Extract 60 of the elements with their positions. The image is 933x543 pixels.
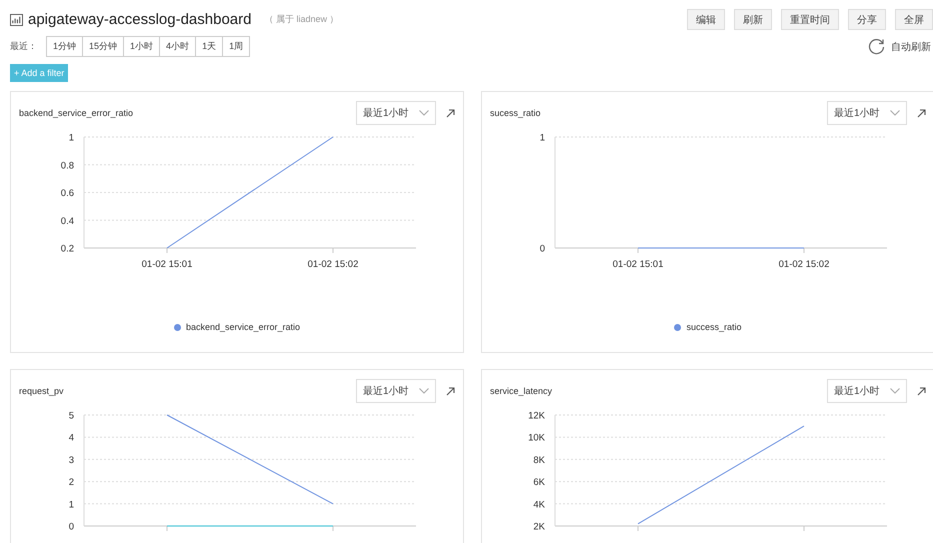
time-range-button[interactable]: 1分钟 [46, 36, 84, 57]
time-range-select[interactable]: 最近1小时 [356, 101, 436, 125]
y-tick-label: 8K [533, 454, 545, 466]
recent-label: 最近： [10, 40, 37, 53]
panel-title: service_latency [490, 386, 554, 396]
y-tick-label: 0.8 [60, 160, 74, 172]
x-tick-label: 01-02 15:02 [778, 259, 830, 270]
toolbar-button[interactable]: 编辑 [687, 9, 725, 30]
x-tick-label: 01-02 15:01 [612, 259, 664, 270]
panel-title: sucess_ratio [490, 108, 542, 118]
legend-label: success_ratio [686, 322, 742, 332]
expand-icon[interactable] [917, 386, 926, 396]
chevron-down-icon [890, 110, 900, 116]
y-tick-label: 4 [68, 432, 74, 444]
y-tick-label: 3 [68, 454, 74, 466]
y-tick-label: 0.6 [60, 188, 74, 199]
x-tick-label: 01-02 15:02 [308, 259, 358, 270]
chevron-down-icon [419, 110, 429, 116]
toolbar-button[interactable]: 刷新 [734, 9, 772, 30]
y-tick-label: 2 [68, 477, 74, 488]
time-range-select[interactable]: 最近1小时 [356, 379, 436, 403]
y-tick-label: 2K [533, 522, 545, 532]
time-range-button[interactable]: 15分钟 [82, 36, 124, 57]
y-tick-label: 0 [68, 522, 74, 532]
legend-dot [174, 324, 181, 330]
owner-label: （ 属于 liadnew ） [264, 13, 339, 26]
toolbar-button[interactable]: 全屏 [895, 9, 933, 30]
expand-icon[interactable] [446, 386, 455, 396]
x-tick-label: 01-02 15:01 [142, 259, 192, 270]
y-tick-label: 12K [528, 410, 545, 422]
expand-icon[interactable] [446, 108, 455, 118]
y-tick-label: 5 [68, 410, 74, 422]
time-range-button[interactable]: 1小时 [123, 36, 160, 57]
refresh-icon[interactable] [868, 38, 885, 55]
chevron-down-icon [890, 388, 900, 394]
time-range-button[interactable]: 1天 [195, 36, 224, 57]
time-range-select[interactable]: 最近1小时 [827, 379, 907, 403]
panel-title: backend_service_error_ratio [19, 108, 134, 118]
auto-refresh-label[interactable]: 自动刷新 [891, 40, 931, 54]
expand-icon[interactable] [917, 108, 926, 118]
time-range-button[interactable]: 4小时 [159, 36, 196, 57]
y-tick-label: 0.2 [60, 244, 74, 254]
legend-dot [674, 324, 682, 330]
y-tick-label: 1 [68, 132, 74, 144]
y-tick-label: 4K [533, 499, 545, 510]
y-tick-label: 0.4 [60, 216, 74, 227]
time-range-select[interactable]: 最近1小时 [827, 101, 907, 125]
chart-icon [10, 14, 23, 26]
panel-title: request_pv [19, 386, 65, 396]
time-range-button[interactable]: 1周 [222, 36, 250, 57]
y-tick-label: 6K [533, 477, 545, 488]
y-tick-label: 10K [528, 432, 545, 444]
chevron-down-icon [419, 388, 429, 394]
toolbar-button[interactable]: 重置时间 [781, 9, 839, 30]
y-tick-label: 0 [540, 244, 545, 254]
legend-label: backend_service_error_ratio [186, 322, 300, 332]
dashboard-title: apigateway-accesslog-dashboard [28, 11, 252, 28]
toolbar-button[interactable]: 分享 [848, 9, 886, 30]
y-tick-label: 1 [68, 499, 74, 510]
y-tick-label: 1 [540, 132, 545, 144]
